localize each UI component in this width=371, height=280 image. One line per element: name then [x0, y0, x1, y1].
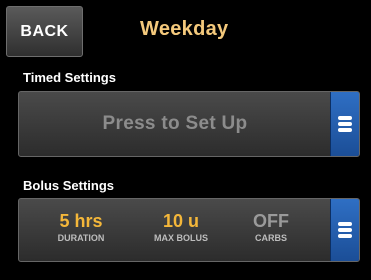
press-to-set-up-label: Press to Set Up — [102, 113, 248, 134]
carbs-caption: CARBS — [254, 233, 287, 243]
bolus-settings-summary[interactable]: 5 hrs DURATION 10 u MAX BOLUS OFF CARBS — [19, 199, 331, 261]
timed-settings-menu-button[interactable] — [330, 92, 359, 156]
max-bolus-stat: 10 u MAX BOLUS — [136, 211, 226, 243]
timed-settings-setup-area[interactable]: Press to Set Up — [19, 92, 331, 156]
max-bolus-caption: MAX BOLUS — [154, 233, 208, 243]
menu-icon — [338, 220, 352, 240]
duration-value: 5 hrs — [59, 211, 103, 231]
page-title: Weekday — [140, 18, 229, 40]
carbs-value: OFF — [253, 211, 289, 231]
bolus-settings-label: Bolus Settings — [23, 178, 115, 193]
duration-caption: DURATION — [57, 233, 105, 243]
max-bolus-value: 10 u — [162, 211, 200, 231]
timed-settings-label: Timed Settings — [23, 70, 116, 85]
bolus-settings-menu-button[interactable] — [330, 199, 359, 261]
timed-settings-panel[interactable]: Press to Set Up — [18, 91, 360, 157]
back-button[interactable]: BACK — [6, 6, 83, 57]
duration-stat: 5 hrs DURATION — [36, 211, 126, 243]
weekday-settings-screen: BACK Weekday Timed Settings Press to Set… — [0, 0, 371, 280]
carbs-stat: OFF CARBS — [226, 211, 316, 243]
menu-icon — [338, 114, 352, 134]
bolus-settings-panel[interactable]: 5 hrs DURATION 10 u MAX BOLUS OFF CARBS — [18, 198, 360, 262]
